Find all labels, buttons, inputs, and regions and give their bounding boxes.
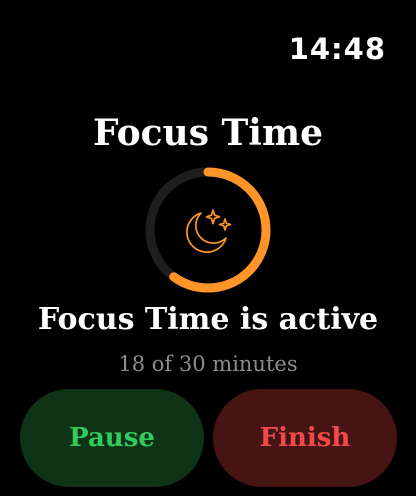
page-title: Focus Time [93, 112, 323, 154]
focus-status-text: Focus Time is active [37, 302, 379, 337]
finish-button-label: Finish [259, 423, 351, 453]
focus-progress-text: 18 of 30 minutes [118, 352, 298, 376]
focus-progress-ring [144, 166, 272, 294]
pause-button-label: Pause [69, 423, 155, 453]
finish-button[interactable]: Finish [213, 389, 397, 487]
pause-button[interactable]: Pause [20, 389, 204, 487]
moon-stars-icon [186, 209, 232, 253]
status-clock: 14:48 [288, 32, 386, 66]
